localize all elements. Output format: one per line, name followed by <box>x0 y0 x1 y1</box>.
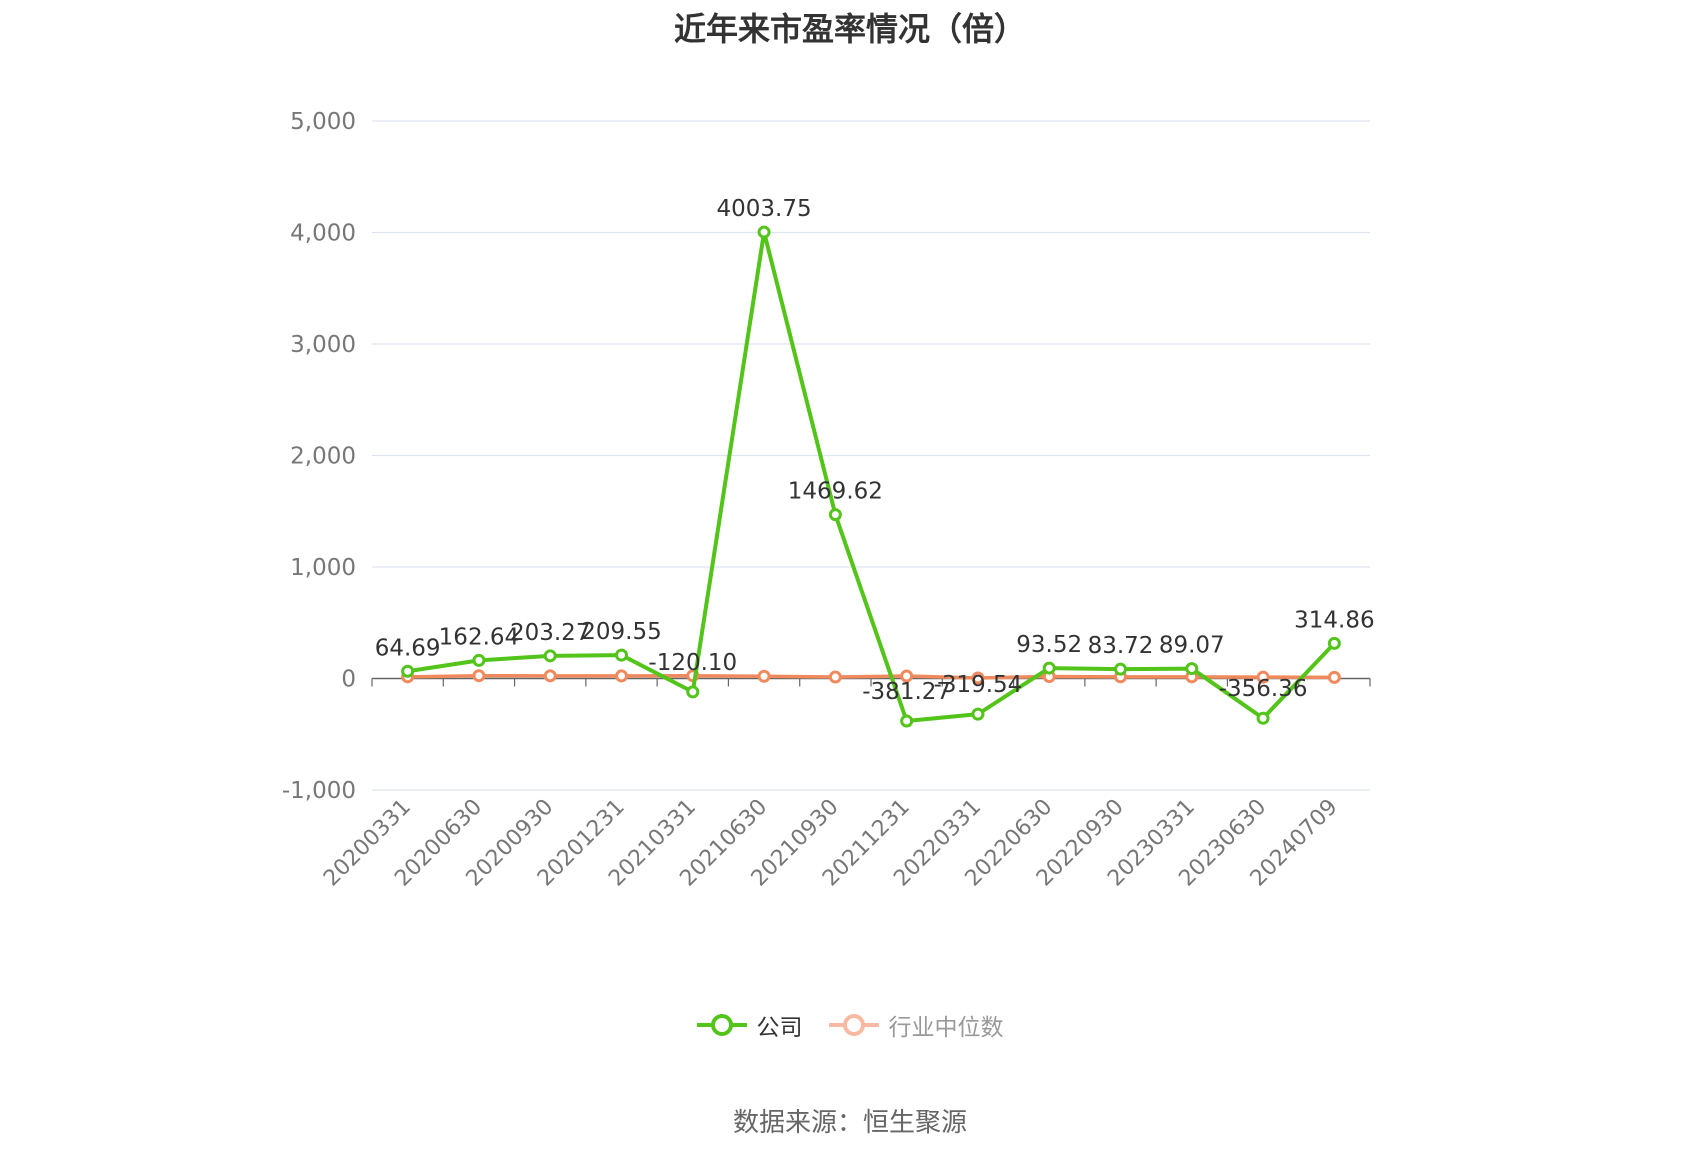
data-point-company[interactable] <box>828 508 842 522</box>
data-point-company[interactable] <box>615 648 628 662</box>
data-point-company[interactable] <box>472 653 486 667</box>
data-point-industry[interactable] <box>543 669 557 683</box>
source-note: 数据来源：恒生聚源 <box>732 1108 967 1138</box>
data-label: -319.54 <box>934 672 1023 698</box>
data-label: 64.69 <box>375 635 441 661</box>
data-label: 93.52 <box>1016 632 1082 658</box>
data-point-industry[interactable] <box>757 669 771 683</box>
data-point-company[interactable] <box>1256 711 1270 725</box>
data-point-industry[interactable] <box>828 670 842 684</box>
y-tick-label: 4,000 <box>290 221 356 247</box>
line-chart: -1,000 0 1,000 2,000 3,000 4,000 5,000 2020033… <box>282 109 1375 891</box>
data-point-company[interactable] <box>543 649 557 663</box>
y-tick-label: 0 <box>341 667 356 693</box>
data-point-company[interactable] <box>1327 636 1341 650</box>
legend-item-company[interactable]: 公司 <box>696 1008 803 1042</box>
data-point-company[interactable] <box>1042 661 1056 675</box>
data-label: 203.27 <box>510 620 590 646</box>
legend-label-company: 公司 <box>756 1015 803 1041</box>
data-point-company[interactable] <box>1185 662 1199 676</box>
y-tick-label: 5,000 <box>290 109 356 135</box>
data-label: 1469.62 <box>788 479 883 505</box>
data-point-industry[interactable] <box>1327 670 1341 684</box>
data-point-industry[interactable] <box>615 669 628 683</box>
legend-item-industry[interactable]: 行业中位数 <box>828 1008 1004 1042</box>
y-tick-label: 2,000 <box>290 444 356 470</box>
x-axis: 2020033120200630202009302020123120210331… <box>319 678 1371 891</box>
y-tick-label: -1,000 <box>282 778 356 804</box>
data-point-company[interactable] <box>900 714 914 728</box>
data-point-company[interactable] <box>971 707 985 721</box>
y-axis: -1,000 0 1,000 2,000 3,000 4,000 5,000 <box>282 109 356 804</box>
data-label: 162.64 <box>439 624 519 650</box>
y-tick-label: 1,000 <box>290 555 356 581</box>
legend-company-marker-icon <box>696 1014 747 1036</box>
legend: 公司 行业中位数 <box>0 1008 1700 1042</box>
data-label: 4003.75 <box>717 196 812 222</box>
data-point-company[interactable] <box>757 225 771 239</box>
data-point-company[interactable] <box>686 685 700 699</box>
legend-label-industry: 行业中位数 <box>888 1015 1004 1041</box>
data-label: 83.72 <box>1088 633 1154 659</box>
legend-industry-marker-icon <box>828 1014 879 1036</box>
data-label: -356.36 <box>1219 676 1308 702</box>
data-point-company[interactable] <box>1114 662 1127 676</box>
data-label: 314.86 <box>1294 607 1374 633</box>
data-label: -120.10 <box>648 650 737 676</box>
data-point-industry[interactable] <box>472 669 486 683</box>
data-label: 209.55 <box>581 619 661 645</box>
data-label: 89.07 <box>1159 633 1225 659</box>
y-tick-label: 3,000 <box>290 332 356 358</box>
data-point-company[interactable] <box>401 664 415 678</box>
